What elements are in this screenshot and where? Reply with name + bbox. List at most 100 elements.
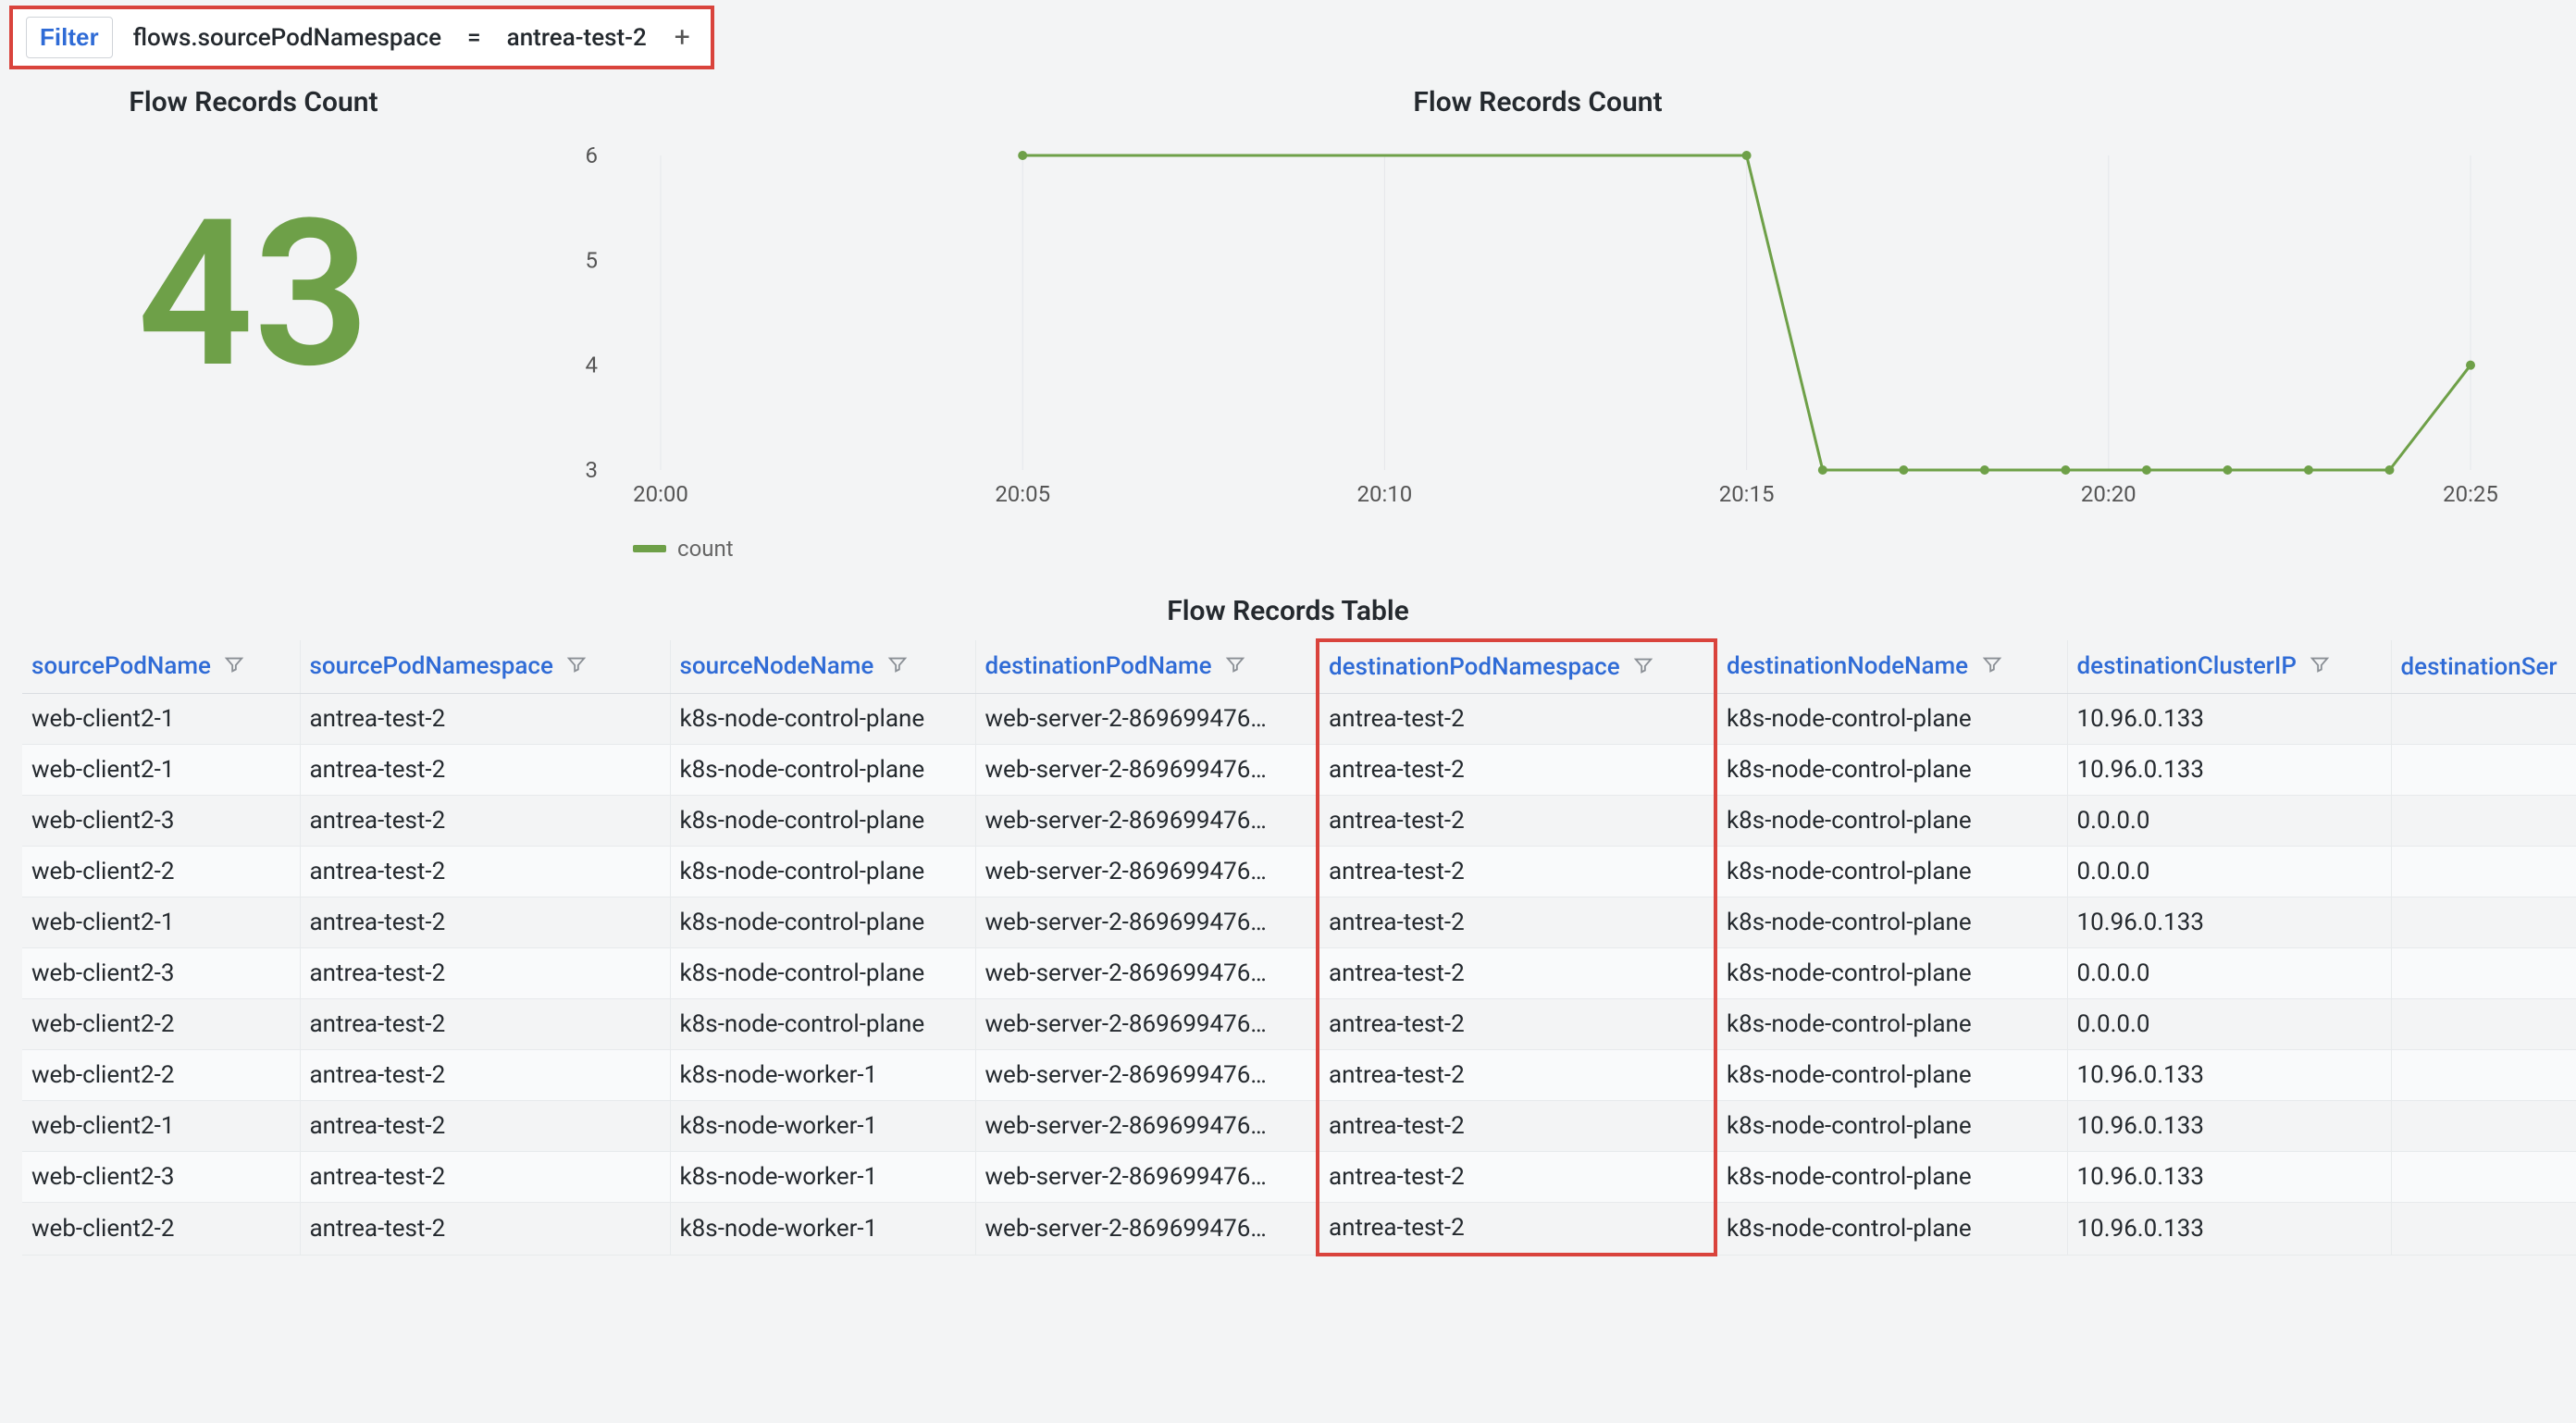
table-cell: k8s-node-control-plane bbox=[670, 745, 975, 796]
svg-text:5: 5 bbox=[586, 247, 599, 273]
table-cell: antrea-test-2 bbox=[1318, 847, 1715, 897]
column-header-destinationClusterIP[interactable]: destinationClusterIP bbox=[2067, 640, 2391, 694]
filter-button[interactable]: Filter bbox=[26, 17, 113, 58]
filter-icon[interactable] bbox=[2310, 653, 2330, 681]
table-cell: web-client2-2 bbox=[22, 1050, 300, 1101]
table-cell bbox=[2391, 1152, 2576, 1203]
column-name[interactable]: sourceNodeName bbox=[680, 652, 874, 680]
filter-value[interactable]: antrea-test-2 bbox=[507, 24, 647, 52]
table-cell: web-client2-1 bbox=[22, 897, 300, 948]
table-cell: web-client2-2 bbox=[22, 999, 300, 1050]
table-cell: antrea-test-2 bbox=[1318, 796, 1715, 847]
table-cell: web-client2-2 bbox=[22, 1203, 300, 1256]
column-name[interactable]: sourcePodNamespace bbox=[310, 652, 553, 680]
table-cell: k8s-node-worker-1 bbox=[670, 1152, 975, 1203]
filter-icon[interactable] bbox=[887, 653, 908, 681]
column-header-destinationPodName[interactable]: destinationPodName bbox=[975, 640, 1318, 694]
table-row[interactable]: web-client2-3antrea-test-2k8s-node-contr… bbox=[22, 948, 2576, 999]
table-row[interactable]: web-client2-2antrea-test-2k8s-node-worke… bbox=[22, 1203, 2576, 1256]
svg-text:20:10: 20:10 bbox=[1357, 481, 1413, 507]
table-cell bbox=[2391, 999, 2576, 1050]
table-row[interactable]: web-client2-3antrea-test-2k8s-node-worke… bbox=[22, 1152, 2576, 1203]
table-cell: antrea-test-2 bbox=[300, 796, 670, 847]
table-cell: 0.0.0.0 bbox=[2067, 847, 2391, 897]
table-cell bbox=[2391, 897, 2576, 948]
table-cell: 10.96.0.133 bbox=[2067, 694, 2391, 745]
filter-icon[interactable] bbox=[224, 653, 244, 681]
table-row[interactable]: web-client2-2antrea-test-2k8s-node-contr… bbox=[22, 999, 2576, 1050]
table-row[interactable]: web-client2-1antrea-test-2k8s-node-worke… bbox=[22, 1101, 2576, 1152]
table-cell: k8s-node-control-plane bbox=[1715, 694, 2067, 745]
table-row[interactable]: web-client2-1 antrea-test-2k8s-node-contr… bbox=[22, 897, 2576, 948]
table-cell bbox=[2391, 1050, 2576, 1101]
filter-icon[interactable] bbox=[1225, 653, 1245, 681]
column-header-destinationSer[interactable]: destinationSer bbox=[2391, 640, 2576, 694]
line-chart[interactable]: 20:0020:0520:1020:1520:2020:253456 bbox=[522, 137, 2554, 526]
table-cell: web-client2-1 bbox=[22, 694, 300, 745]
filter-operator[interactable]: = bbox=[462, 24, 487, 52]
table-cell: antrea-test-2 bbox=[300, 694, 670, 745]
table-cell: antrea-test-2 bbox=[300, 745, 670, 796]
table-cell: antrea-test-2 bbox=[1318, 1152, 1715, 1203]
table-cell: k8s-node-control-plane bbox=[670, 796, 975, 847]
table-cell bbox=[2391, 948, 2576, 999]
table-cell: k8s-node-control-plane bbox=[670, 847, 975, 897]
count-panel-title: Flow Records Count bbox=[22, 86, 485, 118]
table-cell: web-server-2-869699476… bbox=[975, 1203, 1318, 1256]
column-name[interactable]: destinationPodNamespace bbox=[1329, 653, 1620, 681]
table-cell: 0.0.0.0 bbox=[2067, 796, 2391, 847]
table-cell: k8s-node-control-plane bbox=[1715, 897, 2067, 948]
table-cell: k8s-node-control-plane bbox=[1715, 948, 2067, 999]
table-cell bbox=[2391, 1203, 2576, 1256]
table-cell: antrea-test-2 bbox=[300, 948, 670, 999]
column-header-destinationNodeName[interactable]: destinationNodeName bbox=[1715, 640, 2067, 694]
table-cell: k8s-node-control-plane bbox=[1715, 847, 2067, 897]
svg-text:20:20: 20:20 bbox=[2081, 481, 2136, 507]
add-filter-button[interactable]: + bbox=[667, 21, 698, 54]
table-cell: web-client2-2 bbox=[22, 847, 300, 897]
column-name[interactable]: destinationNodeName bbox=[1727, 652, 1968, 680]
column-name[interactable]: destinationSer bbox=[2401, 653, 2557, 681]
column-header-sourcePodName[interactable]: sourcePodName bbox=[22, 640, 300, 694]
table-cell: web-server-2-869699476… bbox=[975, 1101, 1318, 1152]
filter-bar: Filter flows.sourcePodNamespace = antrea… bbox=[9, 6, 714, 69]
column-header-destinationPodNamespace[interactable]: destinationPodNamespace bbox=[1318, 640, 1715, 694]
table-row[interactable]: web-client2-3antrea-test-2k8s-node-contr… bbox=[22, 796, 2576, 847]
column-header-sourcePodNamespace[interactable]: sourcePodNamespace bbox=[300, 640, 670, 694]
table-cell bbox=[2391, 745, 2576, 796]
table-cell: 10.96.0.133 bbox=[2067, 1152, 2391, 1203]
svg-text:3: 3 bbox=[586, 457, 599, 483]
table-cell: web-client2-1 bbox=[22, 745, 300, 796]
table-cell: antrea-test-2 bbox=[1318, 745, 1715, 796]
table-cell: web-client2-3 bbox=[22, 796, 300, 847]
table-row[interactable]: web-client2-2antrea-test-2k8s-node-worke… bbox=[22, 1050, 2576, 1101]
table-cell: web-server-2-869699476… bbox=[975, 745, 1318, 796]
table-cell: k8s-node-control-plane bbox=[1715, 1203, 2067, 1256]
table-cell: 0.0.0.0 bbox=[2067, 999, 2391, 1050]
table-cell: antrea-test-2 bbox=[1318, 1050, 1715, 1101]
column-name[interactable]: destinationClusterIP bbox=[2077, 652, 2297, 680]
table-cell bbox=[2391, 796, 2576, 847]
legend-label: count bbox=[677, 536, 734, 562]
filter-icon[interactable] bbox=[1982, 653, 2002, 681]
table-row[interactable]: web-client2-1antrea-test-2k8s-node-contr… bbox=[22, 694, 2576, 745]
filter-field[interactable]: flows.sourcePodNamespace bbox=[133, 24, 441, 52]
table-cell: antrea-test-2 bbox=[1318, 694, 1715, 745]
filter-icon[interactable] bbox=[566, 653, 587, 681]
chart-panel-title: Flow Records Count bbox=[522, 86, 2554, 118]
table-cell: antrea-test-2 bbox=[1318, 1101, 1715, 1152]
table-row[interactable]: web-client2-2antrea-test-2k8s-node-contr… bbox=[22, 847, 2576, 897]
table-row[interactable]: web-client2-1antrea-test-2k8s-node-contr… bbox=[22, 745, 2576, 796]
table-cell: antrea-test-2 bbox=[1318, 999, 1715, 1050]
column-name[interactable]: destinationPodName bbox=[985, 652, 1212, 680]
column-header-sourceNodeName[interactable]: sourceNodeName bbox=[670, 640, 975, 694]
table-cell: web-server-2-869699476… bbox=[975, 948, 1318, 999]
table-cell: antrea-test-2 bbox=[1318, 897, 1715, 948]
chart-legend[interactable]: count bbox=[522, 536, 2554, 562]
filter-icon[interactable] bbox=[1633, 654, 1653, 682]
table-cell: antrea-test-2 bbox=[300, 1101, 670, 1152]
table-cell: k8s-node-control-plane bbox=[670, 948, 975, 999]
table-cell: web-server-2-869699476… bbox=[975, 897, 1318, 948]
table-cell: web-server-2-869699476… bbox=[975, 999, 1318, 1050]
column-name[interactable]: sourcePodName bbox=[31, 652, 211, 680]
